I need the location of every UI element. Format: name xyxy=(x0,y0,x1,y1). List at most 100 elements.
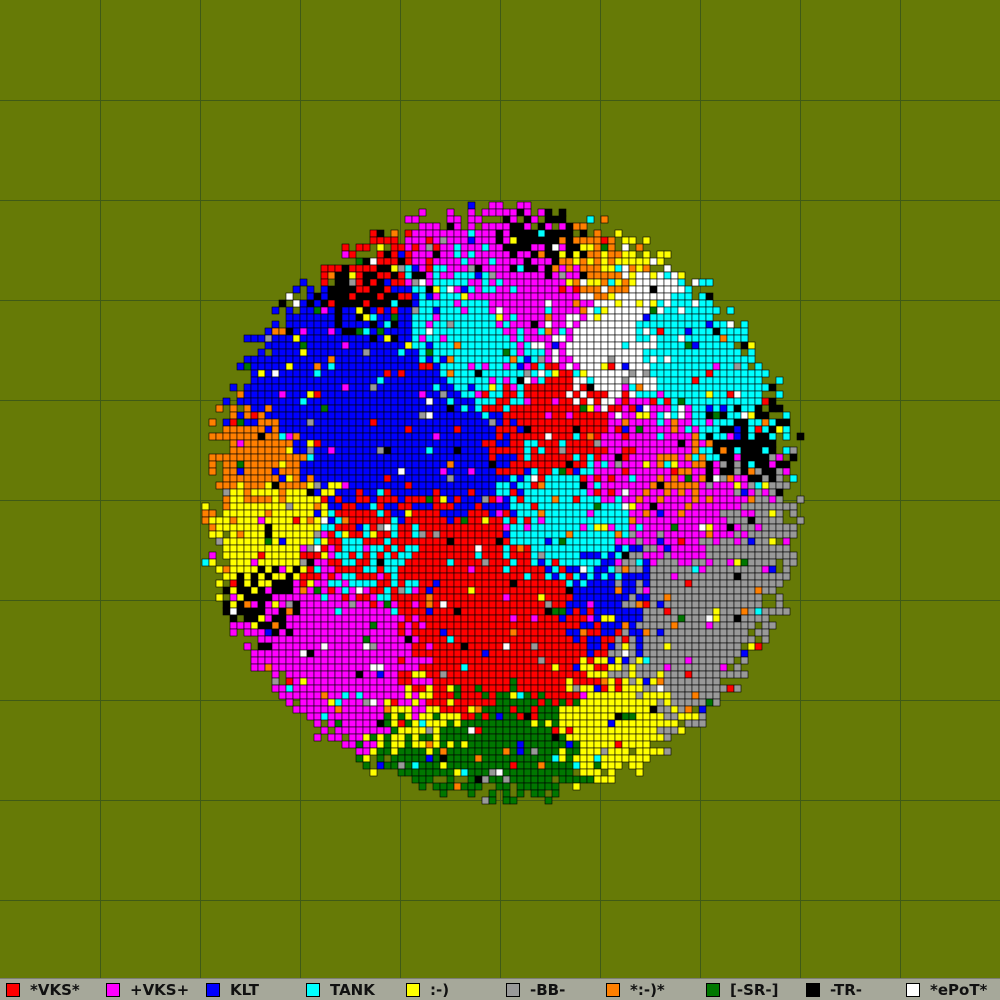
territory-tile xyxy=(684,334,693,343)
territory-tile xyxy=(320,537,329,546)
territory-tile xyxy=(523,607,532,616)
territory-tile xyxy=(411,362,420,371)
territory-tile xyxy=(425,411,434,420)
territory-tile xyxy=(460,236,469,245)
territory-tile xyxy=(411,635,420,644)
territory-map-canvas[interactable] xyxy=(0,0,1000,978)
territory-tile xyxy=(362,586,371,595)
territory-tile xyxy=(600,586,609,595)
territory-tile xyxy=(502,607,511,616)
territory-tile xyxy=(481,313,490,322)
territory-tile xyxy=(614,341,623,350)
territory-tile xyxy=(397,642,406,651)
territory-tile xyxy=(376,278,385,287)
territory-tile xyxy=(558,320,567,329)
territory-tile xyxy=(600,257,609,266)
territory-tile xyxy=(488,558,497,567)
territory-tile xyxy=(467,488,476,497)
territory-tile xyxy=(621,635,630,644)
territory-tile xyxy=(656,523,665,532)
territory-tile xyxy=(628,236,637,245)
territory-tile xyxy=(509,390,518,399)
territory-tile xyxy=(635,586,644,595)
territory-tile xyxy=(530,320,539,329)
territory-map[interactable] xyxy=(0,0,1000,978)
territory-tile xyxy=(523,201,532,210)
territory-tile xyxy=(614,614,623,623)
territory-tile xyxy=(593,285,602,294)
territory-tile xyxy=(509,544,518,553)
territory-tile xyxy=(551,250,560,259)
territory-tile xyxy=(425,691,434,700)
territory-tile xyxy=(390,523,399,532)
territory-tile xyxy=(600,621,609,630)
territory-tile xyxy=(397,635,406,644)
territory-tile xyxy=(579,453,588,462)
territory-tile xyxy=(509,537,518,546)
territory-tile xyxy=(243,460,252,469)
territory-tile xyxy=(523,684,532,693)
territory-tile xyxy=(313,397,322,406)
territory-tile xyxy=(593,306,602,315)
territory-tile xyxy=(327,649,336,658)
territory-tile xyxy=(523,586,532,595)
territory-tile xyxy=(502,278,511,287)
territory-tile xyxy=(474,383,483,392)
territory-tile xyxy=(628,523,637,532)
territory-tile xyxy=(320,432,329,441)
territory-tile xyxy=(362,243,371,252)
territory-tile xyxy=(222,600,231,609)
territory-tile xyxy=(362,467,371,476)
territory-tile xyxy=(481,327,490,336)
territory-tile xyxy=(628,495,637,504)
territory-tile xyxy=(348,684,357,693)
territory-tile xyxy=(761,586,770,595)
territory-tile xyxy=(460,698,469,707)
territory-tile xyxy=(264,390,273,399)
territory-tile xyxy=(509,586,518,595)
territory-tile xyxy=(334,285,343,294)
territory-tile xyxy=(691,565,700,574)
territory-tile xyxy=(418,271,427,280)
territory-tile xyxy=(474,474,483,483)
territory-tile xyxy=(544,411,553,420)
territory-tile xyxy=(320,558,329,567)
territory-tile xyxy=(222,544,231,553)
territory-tile xyxy=(278,418,287,427)
territory-tile xyxy=(544,593,553,602)
territory-tile xyxy=(243,467,252,476)
territory-tile xyxy=(285,537,294,546)
territory-tile xyxy=(271,404,280,413)
territory-tile xyxy=(334,663,343,672)
territory-tile xyxy=(628,628,637,637)
territory-tile xyxy=(229,523,238,532)
territory-tile xyxy=(740,425,749,434)
territory-tile xyxy=(446,572,455,581)
territory-tile xyxy=(698,544,707,553)
territory-tile xyxy=(383,488,392,497)
territory-tile xyxy=(348,558,357,567)
territory-tile xyxy=(397,313,406,322)
territory-tile xyxy=(705,299,714,308)
territory-tile xyxy=(698,292,707,301)
territory-tile xyxy=(586,516,595,525)
territory-tile xyxy=(453,320,462,329)
territory-tile xyxy=(467,467,476,476)
territory-tile xyxy=(257,383,266,392)
territory-tile xyxy=(558,551,567,560)
territory-tile xyxy=(257,411,266,420)
territory-tile xyxy=(432,306,441,315)
territory-tile xyxy=(355,614,364,623)
territory-tile xyxy=(677,705,686,714)
territory-tile xyxy=(327,271,336,280)
territory-tile xyxy=(537,642,546,651)
territory-tile xyxy=(257,418,266,427)
territory-tile xyxy=(222,474,231,483)
territory-tile xyxy=(439,705,448,714)
territory-tile xyxy=(467,551,476,560)
territory-tile xyxy=(446,677,455,686)
territory-tile xyxy=(481,593,490,602)
territory-tile xyxy=(439,698,448,707)
territory-tile xyxy=(362,334,371,343)
territory-tile xyxy=(453,558,462,567)
